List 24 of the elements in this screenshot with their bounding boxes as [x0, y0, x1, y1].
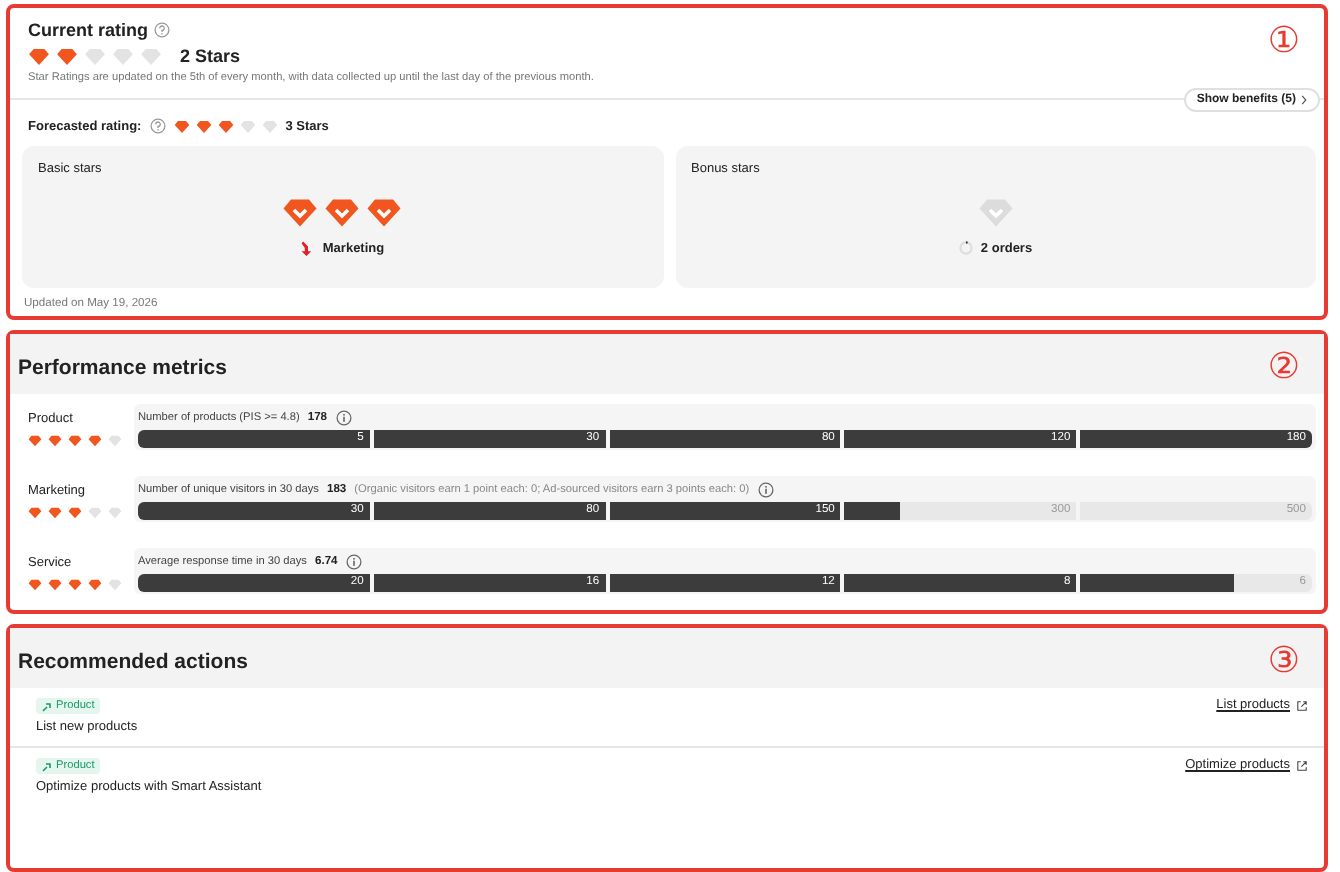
star-icon	[112, 47, 134, 65]
help-icon[interactable]	[149, 118, 166, 134]
info-icon[interactable]	[345, 554, 362, 570]
chevron-right-icon	[1300, 94, 1308, 106]
section-title: Current rating	[28, 20, 149, 40]
callout-number: ①	[1267, 20, 1300, 62]
callout-number: ②	[1267, 346, 1300, 388]
star-icon	[140, 47, 162, 65]
arrow-icon	[42, 701, 52, 711]
star-icon	[56, 47, 78, 65]
arrow-down-icon	[300, 240, 317, 256]
star-icon	[28, 47, 50, 65]
info-icon[interactable]	[757, 482, 774, 498]
progress-ring-icon	[958, 240, 975, 256]
external-link-icon	[1296, 700, 1308, 712]
external-link-icon	[1296, 760, 1308, 772]
star-icon	[84, 47, 106, 65]
info-icon[interactable]	[335, 410, 352, 426]
callout-number: ③	[1267, 640, 1300, 682]
help-icon[interactable]	[154, 22, 171, 38]
section-title: Performance metrics	[18, 356, 227, 380]
stars-label: 2 Stars	[180, 46, 241, 66]
section-title: Recommended actions	[18, 650, 248, 674]
arrow-icon	[42, 761, 52, 771]
